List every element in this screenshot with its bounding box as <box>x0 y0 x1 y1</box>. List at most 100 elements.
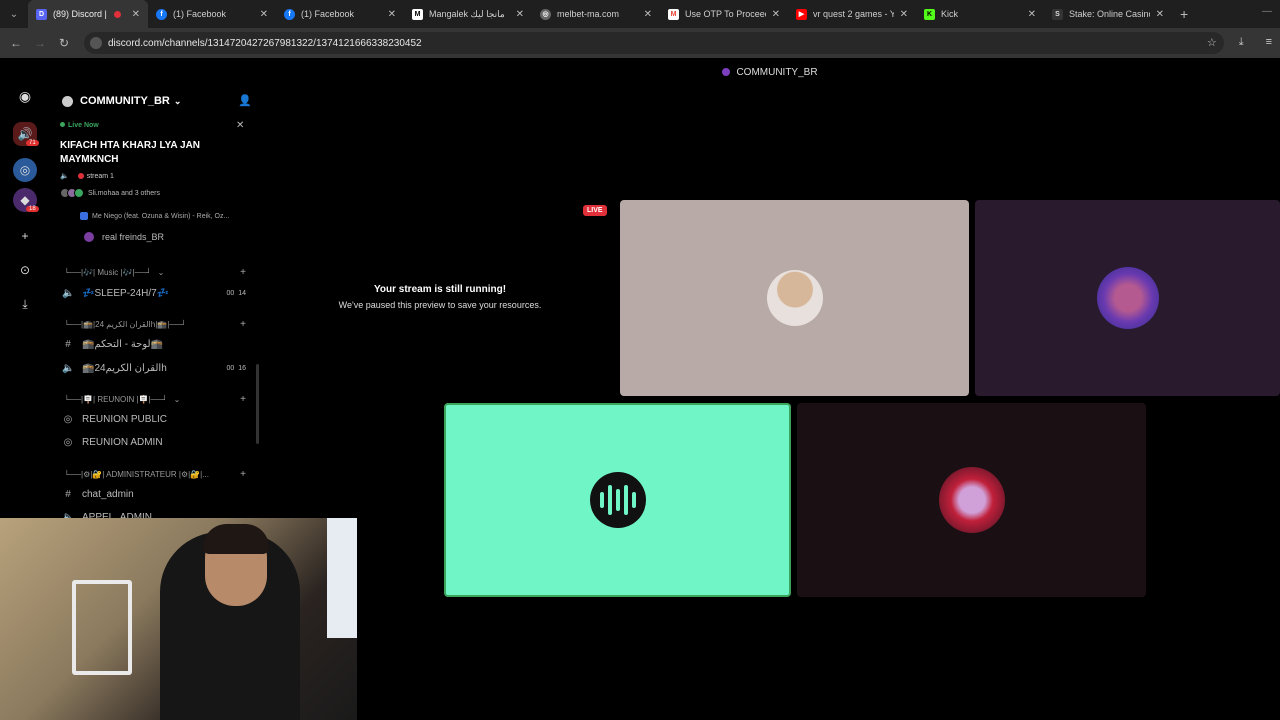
paused-title: Your stream is still running! <box>373 284 507 295</box>
tab-search-icon[interactable]: ⌄ <box>0 0 28 28</box>
close-icon[interactable]: ✕ <box>772 9 780 20</box>
tab-label: Stake: Online Casino <box>1069 9 1150 19</box>
tab-melbet[interactable]: ◎ melbet-ma.com ✕ <box>532 0 660 28</box>
download-icon[interactable]: ⤓ <box>1239 36 1244 49</box>
background-chair <box>72 580 132 675</box>
menu-icon[interactable]: ≡ <box>1266 36 1272 49</box>
stream-info: 🔈 stream 1 <box>60 172 114 181</box>
back-icon[interactable]: ← <box>4 36 28 50</box>
channel-quran[interactable]: 🔈 🕋القران الكريم24h 00 16 <box>62 363 246 374</box>
close-icon[interactable]: ✕ <box>516 9 524 20</box>
voice-user[interactable]: real freinds_BR <box>84 232 164 242</box>
tab-gmail[interactable]: M Use OTP To Proceed ✕ <box>660 0 788 28</box>
reload-icon[interactable]: ↻ <box>52 36 76 50</box>
tab-label: Kick <box>941 9 959 19</box>
category-music[interactable]: └──|🎶| Music |🎶|──┘ ⌄ + <box>64 267 246 278</box>
server-header[interactable]: COMMUNITY_BR ⌄ 👤 <box>62 92 252 110</box>
kick-icon: K <box>924 8 935 20</box>
channel-count: 00 <box>226 290 235 297</box>
invite-people-icon[interactable]: 👤 <box>238 94 252 107</box>
category-label: └──|🕋|القران الكريم 24h|🕋|──┘ <box>64 320 187 329</box>
avatar <box>938 467 1005 533</box>
discord-home-icon[interactable]: ◉ <box>13 84 37 108</box>
close-icon[interactable]: ✕ <box>644 9 652 20</box>
window-controls: — <box>1262 6 1272 17</box>
add-server-icon[interactable]: + <box>13 224 37 248</box>
music-track: Me Niego (feat. Ozuna & Wisin) - Reik, O… <box>92 212 230 220</box>
tab-kick[interactable]: K Kick ✕ <box>916 0 1044 28</box>
tab-youtube[interactable]: ▶ vr quest 2 games - Yo ✕ <box>788 0 916 28</box>
music-activity: Me Niego (feat. Ozuna & Wisin) - Reik, O… <box>80 212 229 220</box>
background-window <box>327 518 357 638</box>
stream-name: stream 1 <box>86 172 114 180</box>
sidebar-scrollbar[interactable] <box>256 364 259 444</box>
close-icon[interactable]: ✕ <box>900 9 908 20</box>
close-icon[interactable]: ✕ <box>1156 9 1164 20</box>
close-icon[interactable]: ✕ <box>132 9 140 20</box>
tab-discord[interactable]: D (89) Discord | ✕ <box>28 0 148 28</box>
avatar <box>766 270 823 326</box>
site-info-icon[interactable] <box>90 37 102 49</box>
close-icon[interactable]: ✕ <box>260 9 268 20</box>
tab-label: Mangalek مانجا ليك <box>429 8 505 19</box>
add-channel-icon[interactable]: + <box>240 394 246 405</box>
participant-tile[interactable] <box>975 200 1280 396</box>
avatar <box>74 188 84 198</box>
close-icon[interactable]: ✕ <box>236 120 244 131</box>
music-icon <box>80 212 88 220</box>
paused-subtitle: We've paused this preview to save your r… <box>338 300 542 310</box>
globe-icon: ◎ <box>540 8 551 20</box>
tab-facebook-1[interactable]: f (1) Facebook ✕ <box>148 0 276 28</box>
facebook-icon: f <box>284 8 295 20</box>
star-icon[interactable]: ☆ <box>1207 36 1217 49</box>
mangalek-icon: M <box>412 8 423 20</box>
facebook-icon: f <box>156 8 167 20</box>
channel-reunion-admin[interactable]: ◎ REUNION ADMIN <box>62 437 246 448</box>
discover-icon[interactable]: ⊙ <box>13 258 37 282</box>
tab-label: Use OTP To Proceed <box>685 9 766 19</box>
tab-stake[interactable]: S Stake: Online Casino ✕ <box>1044 0 1172 28</box>
channel-sleep[interactable]: 🔈 💤SLEEP-24H/7💤 00 14 <box>62 288 246 299</box>
category-quran[interactable]: └──|🕋|القران الكريم 24h|🕋|──┘ + <box>64 319 246 330</box>
category-reunion[interactable]: └──|🪧| REUNOIN |🪧|──┘ ⌄ + <box>64 394 246 405</box>
hashtag-icon: # <box>65 339 71 350</box>
speaker-icon: 🔈 <box>60 173 69 180</box>
channel-header: COMMUNITY_BR <box>260 62 1280 82</box>
watchers-row: Sli.mohaa and 3 others <box>60 188 160 198</box>
browser-tab-bar: ⌄ D (89) Discord | ✕ f (1) Facebook ✕ f … <box>0 0 1280 28</box>
add-channel-icon[interactable]: + <box>240 319 246 330</box>
participant-tile[interactable] <box>620 200 969 396</box>
live-stream-title[interactable]: KIFACH HTA KHARJ LYA JAN MAYMKNCH <box>60 139 240 167</box>
new-tab-icon[interactable]: + <box>1180 6 1188 22</box>
server-icon[interactable]: ◎ <box>13 158 37 182</box>
watchers-text: Sli.mohaa and 3 others <box>88 189 160 197</box>
add-channel-icon[interactable]: + <box>240 469 246 480</box>
close-icon[interactable]: ✕ <box>1028 9 1036 20</box>
participant-tile-speaking[interactable] <box>444 403 791 597</box>
channel-reunion-public[interactable]: ◎ REUNION PUBLIC <box>62 414 246 425</box>
tab-mangalek[interactable]: M Mangalek مانجا ليك ✕ <box>404 0 532 28</box>
paused-preview: Your stream is still running! We've paus… <box>300 284 580 310</box>
forward-icon[interactable]: → <box>28 36 52 50</box>
tab-label: (89) Discord | <box>53 9 107 19</box>
tab-facebook-2[interactable]: f (1) Facebook ✕ <box>276 0 404 28</box>
tab-label: (1) Facebook <box>301 9 355 19</box>
channel-label: 💤SLEEP-24H/7💤 <box>82 288 170 299</box>
server-logo-icon <box>62 95 73 107</box>
soundwave-icon <box>589 472 646 528</box>
channel-control-panel[interactable]: # 🕋لوحة - التحكم🕋 <box>62 339 246 350</box>
channel-chat-admin[interactable]: # chat_admin <box>62 489 246 500</box>
participant-tile[interactable] <box>797 403 1146 597</box>
channel-count: 00 <box>226 365 235 372</box>
tab-label: vr quest 2 games - Yo <box>813 9 894 19</box>
download-apps-icon[interactable]: ⤓ <box>13 292 37 316</box>
avatar <box>84 232 94 242</box>
channel-label: chat_admin <box>82 489 134 500</box>
discord-icon: D <box>36 8 47 20</box>
channel-label: REUNION PUBLIC <box>82 414 168 425</box>
category-admin[interactable]: └──|⚙|🔐| ADMINISTRATEUR |⚙|🔐|... + <box>64 469 246 480</box>
url-input[interactable]: discord.com/channels/1314720427267981322… <box>84 32 1224 54</box>
add-channel-icon[interactable]: + <box>240 267 246 278</box>
close-icon[interactable]: ✕ <box>388 9 396 20</box>
minimize-icon[interactable]: — <box>1262 6 1272 17</box>
